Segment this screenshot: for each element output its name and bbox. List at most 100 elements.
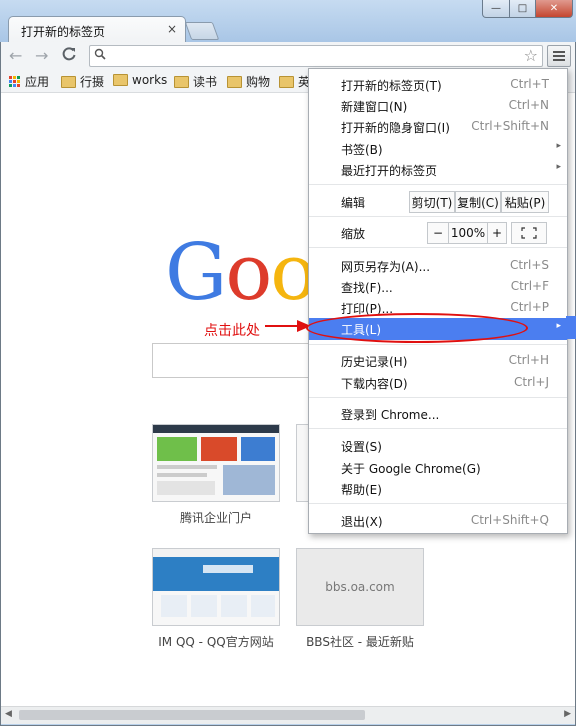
menu-item-exit[interactable]: 退出(X) Ctrl+Shift+Q xyxy=(309,510,567,531)
tile-placeholder-text: bbs.oa.com xyxy=(325,580,395,594)
bookmark-folder-gouwu[interactable]: 购物 xyxy=(227,73,270,90)
menu-item-shortcut: Ctrl+F xyxy=(510,279,549,293)
menu-item-shortcut: Ctrl+J xyxy=(514,375,549,389)
menu-item-shortcut: Ctrl+Shift+Q xyxy=(470,513,549,527)
menu-item-settings[interactable]: 设置(S) xyxy=(309,435,567,456)
chrome-menu-button[interactable] xyxy=(547,45,571,67)
fullscreen-icon[interactable] xyxy=(511,222,547,244)
most-visited-tile-qq[interactable] xyxy=(152,548,280,626)
apps-grid-icon xyxy=(9,75,21,88)
horizontal-scrollbar[interactable]: ◀ ▶ xyxy=(1,706,575,724)
menu-item-find[interactable]: 查找(F)... Ctrl+F xyxy=(309,276,567,297)
menu-separator xyxy=(309,428,567,429)
menu-item-shortcut: Ctrl+H xyxy=(508,353,549,367)
annotation-text: 点击此处 xyxy=(204,323,260,339)
tab-close-icon[interactable]: × xyxy=(167,22,177,36)
toolbar: ← → ☆ xyxy=(1,42,575,71)
logo-letter: G xyxy=(165,228,227,318)
menu-item-about[interactable]: 关于 Google Chrome(G) xyxy=(309,457,567,478)
menu-item-shortcut: Ctrl+Shift+N xyxy=(471,119,549,133)
menu-item-new-window[interactable]: 新建窗口(N) Ctrl+N xyxy=(309,95,567,116)
back-arrow-icon[interactable]: ← xyxy=(9,46,22,65)
menu-row-edit: 编辑 剪切(T) 复制(C) 粘贴(P) xyxy=(309,191,567,213)
close-button[interactable]: ✕ xyxy=(535,0,573,18)
address-bar[interactable]: ☆ xyxy=(89,45,543,67)
menu-item-label: 新建窗口(N) xyxy=(341,100,408,114)
menu-item-shortcut: Ctrl+N xyxy=(508,98,549,112)
annotation-arrow-icon xyxy=(265,320,311,332)
bookmark-folder-dushu[interactable]: 读书 xyxy=(174,73,217,90)
bookmark-label: works xyxy=(132,73,168,87)
submenu-arrow-icon: ▸ xyxy=(556,321,561,331)
zoom-level: 100% xyxy=(448,222,488,244)
scroll-right-icon[interactable]: ▶ xyxy=(564,709,571,719)
folder-icon xyxy=(227,75,242,88)
title-bar: 打开新的标签页 × — □ ✕ xyxy=(0,0,576,43)
menu-item-incognito[interactable]: 打开新的隐身窗口(I) Ctrl+Shift+N xyxy=(309,116,567,137)
search-icon xyxy=(94,48,106,63)
bookmark-apps[interactable]: 应用 xyxy=(9,73,49,90)
cut-button[interactable]: 剪切(T) xyxy=(409,191,455,213)
menu-item-signin[interactable]: 登录到 Chrome... xyxy=(309,403,567,424)
menu-separator xyxy=(309,344,567,345)
folder-icon xyxy=(113,74,128,86)
menu-item-label: 登录到 Chrome... xyxy=(341,408,440,422)
menu-item-label: 最近打开的标签页 xyxy=(341,164,438,178)
new-tab-button[interactable] xyxy=(184,22,220,40)
menu-item-label: 退出(X) xyxy=(341,515,383,529)
copy-button[interactable]: 复制(C) xyxy=(455,191,501,213)
menu-item-help[interactable]: 帮助(E) xyxy=(309,478,567,499)
menu-item-label: 查找(F)... xyxy=(341,281,393,295)
scrollbar-thumb[interactable] xyxy=(19,710,365,720)
scroll-left-icon[interactable]: ◀ xyxy=(5,709,12,719)
bookmark-label: 读书 xyxy=(193,75,218,89)
folder-icon xyxy=(61,75,76,88)
submenu-arrow-icon: ▸ xyxy=(556,162,561,172)
menu-item-label: 书签(B) xyxy=(341,143,383,157)
tools-submenu-edge xyxy=(566,316,576,339)
bookmark-star-icon[interactable]: ☆ xyxy=(524,46,538,65)
maximize-button[interactable]: □ xyxy=(509,0,536,18)
menu-item-downloads[interactable]: 下载内容(D) Ctrl+J xyxy=(309,372,567,393)
menu-item-label: 网页另存为(A)... xyxy=(341,260,431,274)
forward-arrow-icon[interactable]: → xyxy=(35,46,48,65)
menu-item-label: 下载内容(D) xyxy=(341,377,408,391)
logo-letter: o xyxy=(225,228,272,318)
bookmark-folder-xingshe[interactable]: 行摄 xyxy=(61,73,104,90)
reload-icon[interactable] xyxy=(61,46,77,66)
folder-icon xyxy=(174,75,189,88)
menu-item-label: 缩放 xyxy=(341,227,366,241)
bookmark-folder-works[interactable]: works xyxy=(113,73,167,87)
bookmark-label: 行摄 xyxy=(80,75,105,89)
zoom-out-button[interactable]: − xyxy=(427,222,449,244)
menu-item-history[interactable]: 历史记录(H) Ctrl+H xyxy=(309,350,567,371)
menu-item-shortcut: Ctrl+S xyxy=(509,258,549,272)
window-controls: — □ ✕ xyxy=(482,0,573,18)
submenu-arrow-icon: ▸ xyxy=(556,141,561,151)
menu-item-save-as[interactable]: 网页另存为(A)... Ctrl+S xyxy=(309,255,567,276)
menu-item-label: 设置(S) xyxy=(341,440,382,454)
zoom-in-button[interactable]: + xyxy=(487,222,507,244)
bookmark-label: 购物 xyxy=(246,75,271,89)
bookmark-folder-ying[interactable]: 英 xyxy=(279,73,310,90)
menu-item-bookmarks[interactable]: 书签(B) ▸ xyxy=(309,138,567,159)
folder-icon xyxy=(279,75,294,88)
most-visited-tile-tencent[interactable] xyxy=(152,424,280,502)
site-preview-image xyxy=(153,549,279,617)
most-visited-tile-bbs[interactable]: bbs.oa.com xyxy=(296,548,424,626)
chrome-menu: 打开新的标签页(T) Ctrl+T 新建窗口(N) Ctrl+N 打开新的隐身窗… xyxy=(308,68,568,534)
menu-separator xyxy=(309,397,567,398)
paste-button[interactable]: 粘贴(P) xyxy=(501,191,549,213)
menu-item-label: 打开新的标签页(T) xyxy=(341,79,442,93)
menu-separator xyxy=(309,184,567,185)
minimize-button[interactable]: — xyxy=(482,0,510,18)
menu-item-label: 关于 Google Chrome(G) xyxy=(341,462,481,476)
menu-separator xyxy=(309,503,567,504)
menu-item-new-tab[interactable]: 打开新的标签页(T) Ctrl+T xyxy=(309,74,567,95)
menu-separator xyxy=(309,216,567,217)
menu-item-recent-tabs[interactable]: 最近打开的标签页 ▸ xyxy=(309,159,567,180)
menu-item-shortcut: Ctrl+P xyxy=(510,300,549,314)
bookmark-label: 应用 xyxy=(25,75,50,89)
tab-new-tab[interactable]: 打开新的标签页 × xyxy=(8,16,186,43)
menu-item-label: 编辑 xyxy=(341,196,366,210)
